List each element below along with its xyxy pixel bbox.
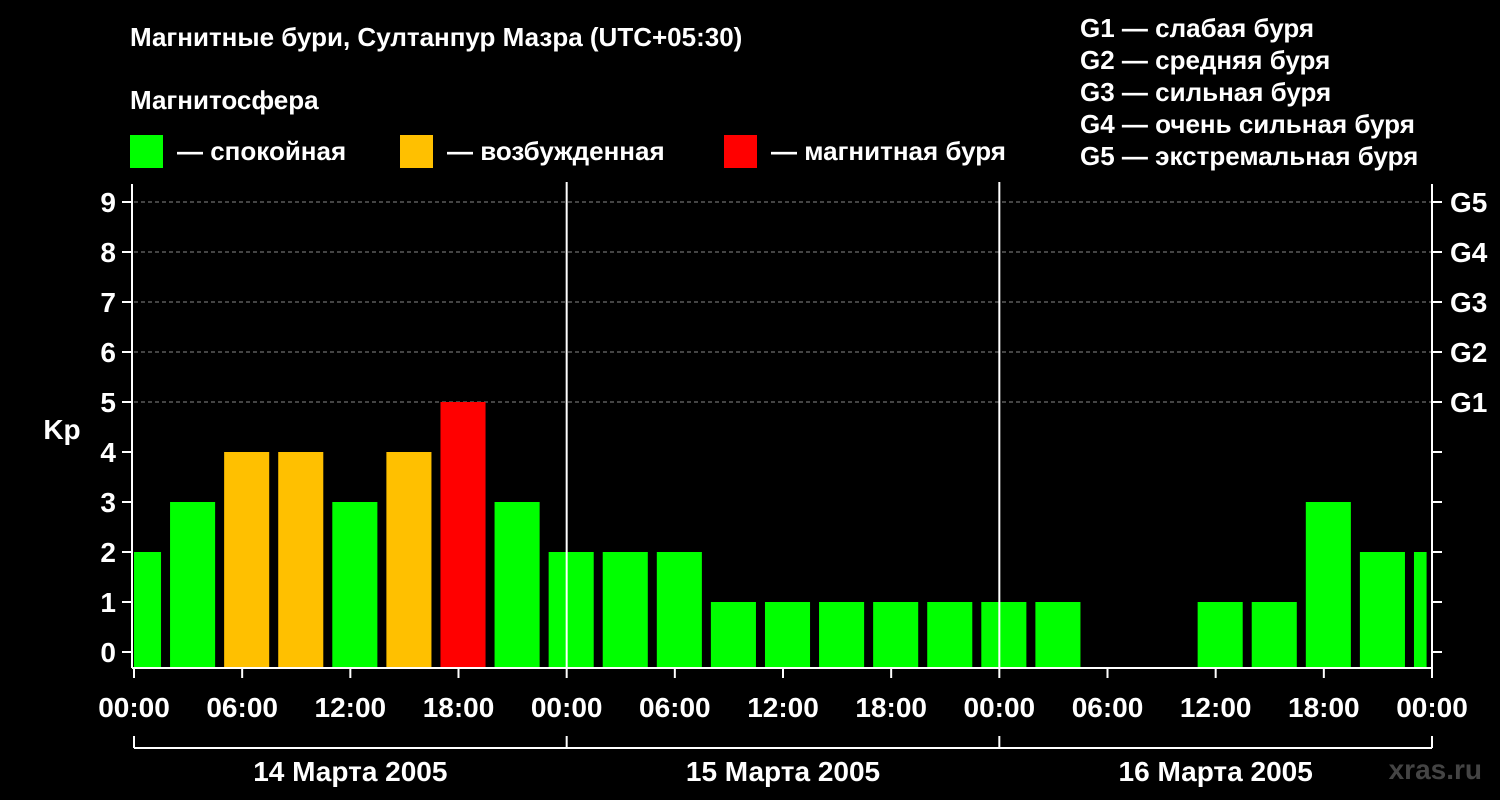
x-tick-label-3: 18:00 [423, 692, 495, 723]
y-tick-label-2: 2 [100, 537, 116, 568]
kp-bar-chart: 0 1 2 3 4 5 6 7 8 9 Kp G1 G2 G3 G4 G5 00:00 06:00 12:00 18:… [43, 182, 1488, 787]
day-label-1: 15 Марта 2005 [686, 756, 880, 787]
x-tick-label-7: 18:00 [855, 692, 927, 723]
y-axis-label: Kp [43, 414, 80, 445]
right-tick-label-g2: G2 [1450, 337, 1487, 368]
bar-4 [332, 502, 378, 668]
y-tick-label-9: 9 [100, 187, 116, 218]
right-tick-label-g5: G5 [1450, 187, 1487, 218]
bar-9 [602, 552, 648, 668]
bar-21 [1359, 552, 1405, 668]
bar-10 [656, 552, 702, 668]
x-tick-label-9: 06:00 [1072, 692, 1144, 723]
y-tick-label-0: 0 [100, 637, 116, 668]
bar-18 [1197, 602, 1243, 668]
x-tick-label-4: 00:00 [531, 692, 603, 723]
y-tick-label-8: 8 [100, 237, 116, 268]
watermark: xras.ru [1388, 754, 1482, 785]
bar-20 [1305, 502, 1351, 668]
x-tick-label-10: 12:00 [1180, 692, 1252, 723]
right-tick-label-g3: G3 [1450, 287, 1487, 318]
x-tick-label-8: 00:00 [964, 692, 1036, 723]
bar-11 [710, 602, 756, 668]
x-tick-label-1: 06:00 [206, 692, 278, 723]
x-tick-label-12: 00:00 [1396, 692, 1468, 723]
x-tick-label-6: 12:00 [747, 692, 819, 723]
bar-3 [278, 452, 324, 668]
bar-5 [386, 452, 432, 668]
bar-16 [981, 602, 1027, 668]
bar-13 [819, 602, 865, 668]
day-label-2: 16 Марта 2005 [1119, 756, 1313, 787]
right-tick-label-g4: G4 [1450, 237, 1488, 268]
y-tick-label-5: 5 [100, 387, 116, 418]
bar-2 [224, 452, 270, 668]
x-tick-label-5: 06:00 [639, 692, 711, 723]
bar-8 [548, 552, 594, 668]
right-tick-label-g1: G1 [1450, 387, 1487, 418]
bar-15 [927, 602, 973, 668]
bar-1 [170, 502, 216, 668]
x-tick-label-2: 12:00 [315, 692, 387, 723]
y-tick-label-4: 4 [100, 437, 116, 468]
bar-19 [1251, 602, 1297, 668]
bar-14 [873, 602, 919, 668]
x-tick-label-11: 18:00 [1288, 692, 1360, 723]
y-tick-label-1: 1 [100, 587, 116, 618]
bar-12 [764, 602, 811, 668]
y-tick-label-3: 3 [100, 487, 116, 518]
y-tick-label-6: 6 [100, 337, 116, 368]
bar-6 [440, 402, 486, 668]
bar-17 [1035, 602, 1081, 668]
bar-7 [494, 502, 540, 668]
y-tick-label-7: 7 [100, 287, 116, 318]
bar-0 [134, 552, 162, 668]
x-tick-label-0: 00:00 [98, 692, 170, 723]
day-label-0: 14 Марта 2005 [253, 756, 447, 787]
bar-22 [1413, 552, 1427, 668]
